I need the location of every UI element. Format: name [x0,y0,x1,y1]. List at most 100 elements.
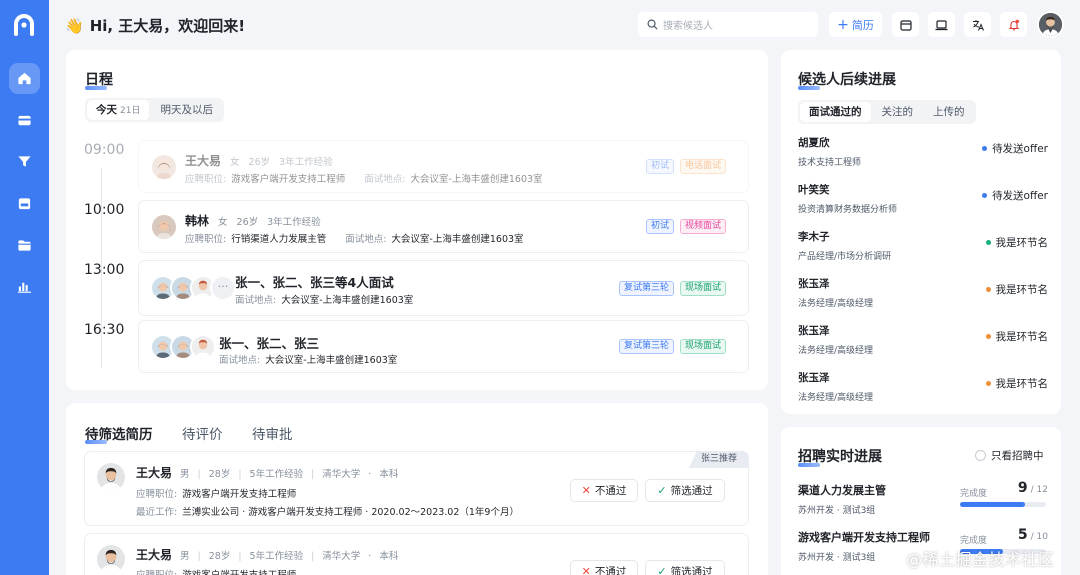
logo-icon[interactable] [11,12,37,38]
schedule-item[interactable]: ··· 张一、张二、张三等4人面试 面试地点: 大会议室-上海丰盛创建1603室… [138,260,749,316]
status-dot [982,193,988,198]
pass-screening-button[interactable]: ✓ 筛选通过 [645,479,725,502]
candidate-experience: 5年工作经验 [249,469,304,480]
candidate-gender: 女 [218,217,228,228]
avatar [97,545,125,573]
tab-pending-approval[interactable]: 待审批 [252,423,293,443]
checkbox[interactable] [975,450,986,461]
watermark: @稀土掘金技术社区 [906,550,1055,569]
chart-icon [17,282,32,293]
job-item[interactable]: 渠道人力发展主管 苏州开发 · 测试3组 [798,482,886,516]
tab-interview-passed[interactable]: 面试通过的 [800,102,871,122]
pass-label: 筛选通过 [670,566,713,575]
candidate-gender: 男 [180,551,190,562]
followup-item[interactable]: 李木子 产品经理/市场分析调研 我是环节名 [798,229,1048,262]
candidate-school: 清华大学 [322,551,361,562]
followup-item[interactable]: 张玉泽 法务经理/高级经理 我是环节名 [798,323,1048,356]
round-tag: 初试 [645,219,674,234]
followup-item[interactable]: 张玉泽 法务经理/高级经理 我是环节名 [798,276,1048,309]
tab-tomorrow-and-later[interactable]: 明天及以后 [151,100,222,120]
home-icon [18,72,31,85]
group-interview-title: 张一、张二、张三 [219,336,320,351]
tab-underline [85,440,107,444]
location-value: 大会议室-上海丰盛创建1603室 [410,174,543,185]
slot-time: 09:00 [84,142,125,158]
sidebar-item-home[interactable] [9,63,40,94]
followup-item[interactable]: 张玉泽 法务经理/高级经理 我是环节名 [798,370,1048,403]
new-resume-button[interactable]: + 简历 [829,12,882,37]
sidebar-item-cards[interactable] [9,105,40,136]
location-value: 大会议室-上海丰盛创建1603室 [265,355,398,366]
tab-today[interactable]: 今天 21日 [87,100,150,120]
progress-done: 5 [1017,527,1028,543]
check-icon: ✓ [657,484,667,497]
candidate-school: 清华大学 [322,469,361,480]
status: 我是环节名 [985,235,1049,250]
slot-time: 13:00 [84,262,125,278]
recent-work-value: 兰溥实业公司 · 游戏客户端开发支持工程师 · 2020.02～2023.02（… [182,507,519,518]
reject-button[interactable]: ✕ 不通过 [570,479,638,502]
candidate-gender: 女 [230,157,240,168]
sidebar-item-calendar[interactable] [9,188,40,219]
sidebar-item-stats[interactable] [9,271,40,302]
candidate-card[interactable]: 张三推荐 王大易 男 | 28岁 | 5年工作经验 | 清华大学 · 本科 应聘职位: … [84,451,749,526]
candidate-experience: 3年工作经验 [267,217,321,228]
position-value: 游戏客户端开发支持工程师 [182,489,297,500]
reject-button[interactable]: ✕ 不通过 [570,560,638,575]
schedule-item[interactable]: 张一、张二、张三 面试地点: 大会议室-上海丰盛创建1603室 复试第三轮 现场… [138,320,749,373]
status: 我是环节名 [985,376,1048,391]
wave-emoji: 👋 [65,16,84,35]
tab-pending-review[interactable]: 待评价 [182,423,223,443]
interview-type-tag: 视频面试 [679,219,726,234]
candidate-name: 王大易 [136,548,173,562]
schedule-title: 日程 [85,72,113,90]
status-text: 我是环节名 [995,237,1049,249]
notification-button[interactable] [1000,12,1027,37]
schedule-item[interactable]: 王大易 女 26岁 3年工作经验 应聘职位: 游戏客户端开发支持工程师 面试地点… [138,140,749,193]
schedule-item[interactable]: 韩林 女 26岁 3年工作经验 应聘职位: 行销渠道人力发展主管 面试地点: 大… [138,200,749,253]
status-text: 我是环节名 [995,331,1049,343]
status-dot [982,146,988,151]
round-tag: 复试第三轮 [618,339,674,354]
translate-button[interactable] [964,12,991,37]
pass-label: 筛选通过 [670,485,713,497]
progress-fill [960,502,1025,507]
location-value: 大会议室-上海丰盛创建1603室 [391,234,524,245]
calendar-button[interactable] [892,12,919,37]
status-dot [985,334,991,339]
progress-total: / 10 [1030,532,1048,542]
user-avatar[interactable] [1037,11,1064,38]
tab-pending-screening[interactable]: 待筛选简历 [85,423,153,444]
followup-tabs: 面试通过的 关注的 上传的 [798,100,976,124]
plus-icon: + [837,16,849,33]
new-resume-label: 简历 [851,18,874,32]
calendar-icon [18,198,31,210]
location-label: 面试地点: [235,295,277,306]
avatar [152,215,176,239]
position-label: 应聘职位: [185,234,227,245]
followup-item[interactable]: 胡夏欣 技术支持工程师 待发送offer [798,135,1048,168]
laptop-button[interactable] [928,12,955,37]
recent-work-label: 最近工作: [136,507,178,518]
candidate-role: 产品经理/市场分析调研 [798,252,892,262]
only-hiring-toggle[interactable]: 只看招聘中 [975,448,1044,463]
interview-type-tag: 电话面试 [679,159,726,174]
tab-followed[interactable]: 关注的 [873,102,923,122]
close-icon: ✕ [581,565,591,575]
status: 待发送offer [982,141,1048,156]
candidate-role: 投资清算财务数据分析师 [798,205,898,215]
location-label: 面试地点: [364,174,406,185]
progress-label: 完成度 [960,536,988,546]
sidebar-item-folder[interactable] [9,230,40,261]
progress-count: 5 / 10 [1018,527,1048,543]
candidate-card[interactable]: 王大易 男| 28岁| 5年工作经验| 清华大学· 本科 应聘职位: 游戏客户端… [84,533,749,575]
followup-item[interactable]: 叶笑笑 投资清算财务数据分析师 待发送offer [798,182,1048,215]
search-box[interactable]: 搜索候选人 [638,12,818,37]
sidebar-item-filter[interactable] [9,146,40,177]
more-avatars[interactable]: ··· [210,275,236,301]
candidate-name: 王大易 [185,154,222,168]
location-label: 面试地点: [345,234,387,245]
pass-screening-button[interactable]: ✓ 筛选通过 [645,560,725,575]
tab-uploaded[interactable]: 上传的 [924,102,974,122]
round-tag: 复试第三轮 [618,281,674,296]
